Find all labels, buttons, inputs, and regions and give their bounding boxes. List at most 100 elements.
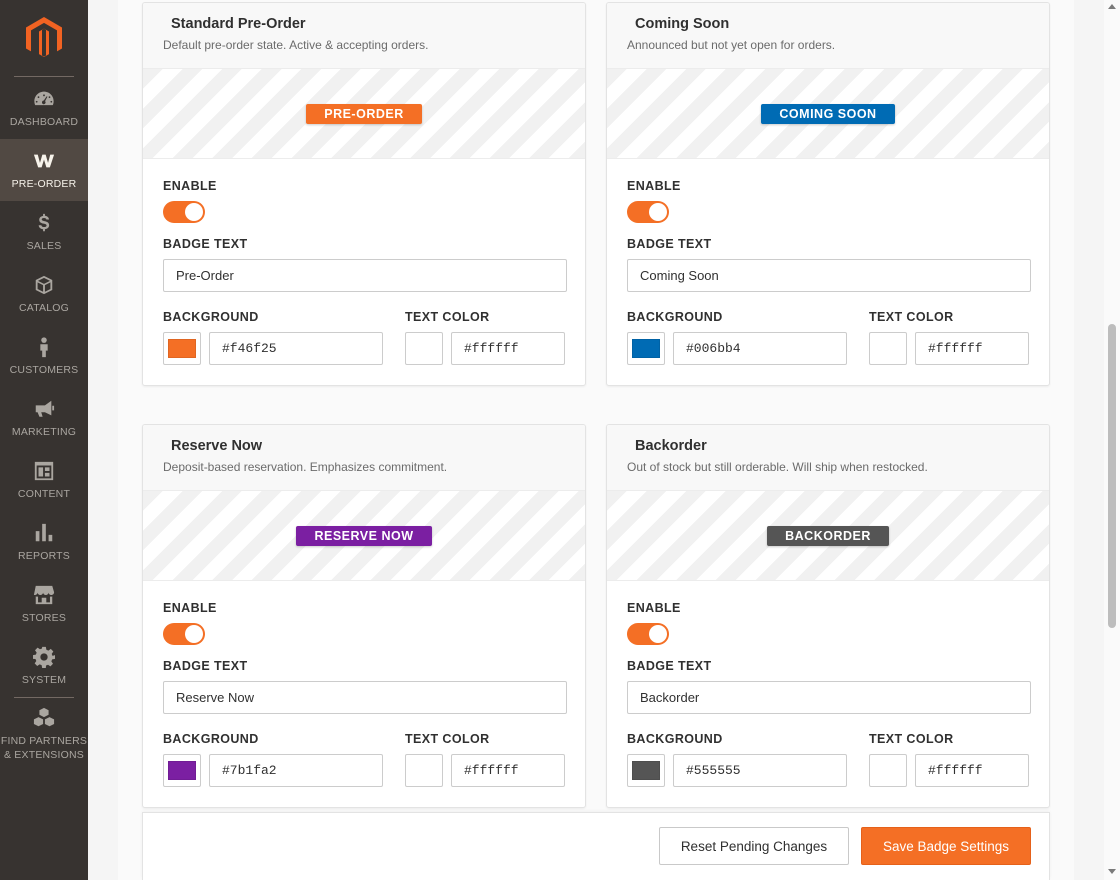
text-color-hex-input[interactable] bbox=[451, 754, 565, 787]
enable-toggle[interactable] bbox=[627, 201, 669, 223]
enable-toggle[interactable] bbox=[163, 201, 205, 223]
enable-label: ENABLE bbox=[163, 601, 217, 615]
sidebar-item-label: SALES bbox=[26, 240, 62, 252]
page-scrollbar[interactable] bbox=[1104, 0, 1120, 880]
enable-toggle[interactable] bbox=[627, 623, 669, 645]
badge-text-label: BADGE TEXT bbox=[627, 237, 712, 251]
card-title: Reserve Now bbox=[171, 438, 263, 454]
text-color-hex-input[interactable] bbox=[915, 332, 1029, 365]
badge-text-label: BADGE TEXT bbox=[163, 659, 248, 673]
scroll-down-arrow[interactable] bbox=[1108, 869, 1116, 874]
sidebar-item-reports[interactable]: REPORTS bbox=[0, 511, 88, 573]
sidebar-item-customers[interactable]: CUSTOMERS bbox=[0, 325, 88, 387]
sidebar-item-stores[interactable]: STORES bbox=[0, 573, 88, 635]
sidebar-item-marketing[interactable]: MARKETING bbox=[0, 387, 88, 449]
megaphone-icon bbox=[32, 397, 56, 421]
background-hex-input[interactable] bbox=[673, 754, 847, 787]
card-description: Default pre-order state. Active & accept… bbox=[163, 38, 429, 52]
gear-icon bbox=[32, 645, 56, 669]
background-swatch bbox=[632, 761, 660, 780]
sidebar-item-content[interactable]: CONTENT bbox=[0, 449, 88, 511]
background-color-picker[interactable] bbox=[163, 332, 201, 365]
background-swatch bbox=[632, 339, 660, 358]
sidebar-item-label: CUSTOMERS bbox=[9, 364, 79, 376]
badge-card-reserve-now: Reserve Now Deposit-based reservation. E… bbox=[142, 424, 586, 808]
sidebar-item-label: FIND PARTNERS & EXTENSIONS bbox=[0, 735, 88, 761]
sidebar-item-label: SYSTEM bbox=[21, 674, 67, 686]
badge-text-input[interactable] bbox=[627, 681, 1031, 714]
badge-text-input[interactable] bbox=[163, 681, 567, 714]
badge-preview: COMING SOON bbox=[607, 69, 1049, 159]
enable-label: ENABLE bbox=[163, 179, 217, 193]
sidebar-item-dashboard[interactable]: DASHBOARD bbox=[0, 77, 88, 139]
text-color-picker[interactable] bbox=[405, 754, 443, 787]
enable-toggle[interactable] bbox=[163, 623, 205, 645]
card-title: Backorder bbox=[635, 438, 707, 454]
enable-label: ENABLE bbox=[627, 179, 681, 193]
enable-label: ENABLE bbox=[627, 601, 681, 615]
magento-logo[interactable] bbox=[0, 0, 88, 76]
background-hex-input[interactable] bbox=[673, 332, 847, 365]
badge-preview-label: BACKORDER bbox=[767, 525, 889, 546]
background-color-picker[interactable] bbox=[163, 754, 201, 787]
text-color-label: TEXT COLOR bbox=[869, 310, 954, 324]
w-logo-icon bbox=[32, 149, 56, 173]
card-header: Backorder Out of stock but still orderab… bbox=[607, 425, 1049, 491]
text-color-hex-input[interactable] bbox=[915, 754, 1029, 787]
text-color-hex-input[interactable] bbox=[451, 332, 565, 365]
save-badge-settings-button[interactable]: Save Badge Settings bbox=[861, 827, 1031, 865]
background-label: BACKGROUND bbox=[627, 732, 723, 746]
badge-card-coming-soon: Coming Soon Announced but not yet open f… bbox=[606, 2, 1050, 386]
person-icon bbox=[32, 335, 56, 359]
badge-preview-label: PRE-ORDER bbox=[306, 103, 422, 124]
background-hex-input[interactable] bbox=[209, 332, 383, 365]
layout-icon bbox=[32, 459, 56, 483]
background-color-picker[interactable] bbox=[627, 754, 665, 787]
background-swatch bbox=[168, 339, 196, 358]
text-color-swatch bbox=[874, 761, 902, 780]
card-title: Standard Pre-Order bbox=[171, 16, 306, 32]
background-label: BACKGROUND bbox=[627, 310, 723, 324]
dashboard-icon bbox=[32, 87, 56, 111]
sidebar-item-label: CONTENT bbox=[17, 488, 71, 500]
dollar-icon bbox=[32, 211, 56, 235]
sidebar-item-catalog[interactable]: CATALOG bbox=[0, 263, 88, 325]
text-color-picker[interactable] bbox=[405, 332, 443, 365]
sidebar-item-find-partners[interactable]: FIND PARTNERS & EXTENSIONS bbox=[0, 698, 88, 770]
card-description: Announced but not yet open for orders. bbox=[627, 38, 836, 52]
text-color-swatch bbox=[874, 339, 902, 358]
sidebar-item-label: CATALOG bbox=[18, 302, 70, 314]
card-header: Coming Soon Announced but not yet open f… bbox=[607, 3, 1049, 69]
background-label: BACKGROUND bbox=[163, 732, 259, 746]
sidebar-item-system[interactable]: SYSTEM bbox=[0, 635, 88, 697]
text-color-picker[interactable] bbox=[869, 332, 907, 365]
card-title: Coming Soon bbox=[635, 16, 730, 32]
background-hex-input[interactable] bbox=[209, 754, 383, 787]
badge-card-backorder: Backorder Out of stock but still orderab… bbox=[606, 424, 1050, 808]
badge-text-input[interactable] bbox=[163, 259, 567, 292]
toggle-knob bbox=[649, 203, 667, 221]
sidebar-item-pre-order[interactable]: PRE-ORDER bbox=[0, 139, 88, 201]
badge-card-standard-pre-order: Standard Pre-Order Default pre-order sta… bbox=[142, 2, 586, 386]
badge-settings-main: Standard Pre-Order Default pre-order sta… bbox=[118, 0, 1074, 880]
text-color-swatch bbox=[410, 761, 438, 780]
reset-pending-changes-button[interactable]: Reset Pending Changes bbox=[659, 827, 849, 865]
text-color-picker[interactable] bbox=[869, 754, 907, 787]
action-footer: Reset Pending Changes Save Badge Setting… bbox=[142, 812, 1050, 880]
scroll-up-arrow[interactable] bbox=[1108, 4, 1116, 9]
boxes-icon bbox=[32, 706, 56, 730]
bar-chart-icon bbox=[32, 521, 56, 545]
scrollbar-thumb[interactable] bbox=[1108, 324, 1116, 628]
background-swatch bbox=[168, 761, 196, 780]
sidebar-item-label: DASHBOARD bbox=[9, 116, 79, 128]
badge-text-input[interactable] bbox=[627, 259, 1031, 292]
toggle-knob bbox=[185, 625, 203, 643]
background-color-picker[interactable] bbox=[627, 332, 665, 365]
magento-logo-icon bbox=[26, 17, 62, 57]
badge-text-label: BADGE TEXT bbox=[163, 237, 248, 251]
sidebar-item-sales[interactable]: SALES bbox=[0, 201, 88, 263]
badge-text-label: BADGE TEXT bbox=[627, 659, 712, 673]
cube-icon bbox=[32, 273, 56, 297]
card-header: Reserve Now Deposit-based reservation. E… bbox=[143, 425, 585, 491]
sidebar-item-label: PRE-ORDER bbox=[11, 178, 77, 190]
